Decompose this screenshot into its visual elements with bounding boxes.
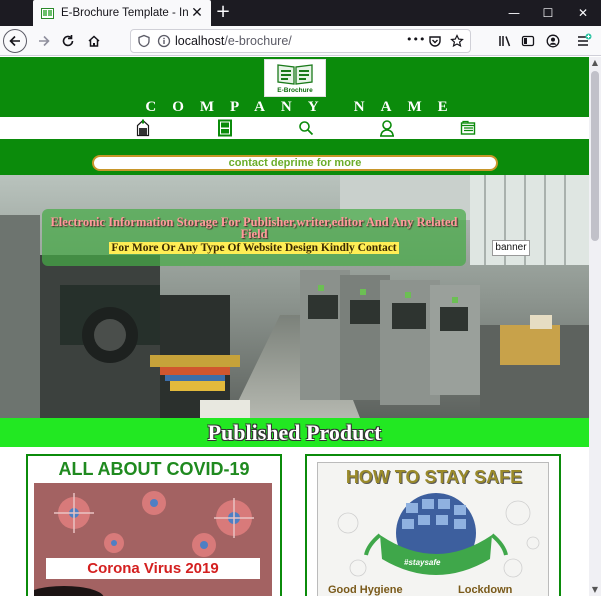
library-icon[interactable] xyxy=(493,29,517,53)
page-scrollbar[interactable]: ▲ ▼ xyxy=(589,57,601,596)
footer-left: Good Hygiene xyxy=(328,584,403,596)
section-header: Published Product xyxy=(0,418,589,447)
tab-strip: E-Brochure Template - Index ✕ + — ☐ ✕ xyxy=(0,0,601,26)
card-title: HOW TO STAY SAFE xyxy=(345,467,523,487)
shield-icon[interactable] xyxy=(137,34,151,48)
site-logo[interactable]: E-Brochure xyxy=(264,59,326,97)
virus-illustration xyxy=(34,483,272,596)
browser-tab[interactable]: E-Brochure Template - Index ✕ xyxy=(33,0,211,26)
card-title: ALL ABOUT COVID-19 xyxy=(58,459,250,479)
back-icon[interactable] xyxy=(3,29,27,53)
home-icon[interactable] xyxy=(82,29,106,53)
covid-image: Corona Virus 2019 xyxy=(34,483,272,596)
menu-icon[interactable] xyxy=(572,29,596,53)
card-caption: Corona Virus 2019 xyxy=(46,558,260,579)
tab-title: E-Brochure Template - Index xyxy=(61,7,189,19)
close-tab-icon[interactable]: ✕ xyxy=(189,5,205,21)
banner-headline: Electronic Information Storage For Publi… xyxy=(50,215,458,241)
list-icon[interactable] xyxy=(459,119,477,137)
logo-caption: E-Brochure xyxy=(277,87,313,94)
banner-label: banner xyxy=(492,240,530,256)
contact-marquee[interactable]: contact deprime for more xyxy=(92,155,498,171)
product-card-stay-safe[interactable]: HOW TO STAY SAFE #staysafe Good Hygiene … xyxy=(305,454,561,596)
app-icon[interactable] xyxy=(216,119,234,137)
url-host: localhost xyxy=(175,34,225,48)
pocket-icon[interactable] xyxy=(423,29,447,53)
site-nav xyxy=(0,117,589,139)
scroll-thumb[interactable] xyxy=(591,71,599,241)
section-title: Published Product xyxy=(207,420,382,445)
url-text[interactable]: localhost/e-brochure/ xyxy=(175,34,292,48)
product-card-covid[interactable]: ALL ABOUT COVID-19 Corona Virus 2019 xyxy=(26,454,282,596)
banner-image: Electronic Information Storage For Publi… xyxy=(0,175,589,418)
stay-safe-image: HOW TO STAY SAFE #staysafe Good Hygiene … xyxy=(317,462,549,596)
banner-caption: Electronic Information Storage For Publi… xyxy=(42,209,466,266)
url-path: /e-brochure/ xyxy=(224,34,292,48)
account-icon[interactable] xyxy=(541,29,565,53)
reload-icon[interactable] xyxy=(56,29,80,53)
scroll-down-icon[interactable]: ▼ xyxy=(589,584,601,596)
browser-toolbar: localhost/e-brochure/ ••• xyxy=(0,26,601,56)
brochure-logo-icon xyxy=(277,64,313,85)
info-icon[interactable] xyxy=(157,34,171,48)
new-tab-icon[interactable]: + xyxy=(213,3,233,23)
sidebar-icon[interactable] xyxy=(516,29,540,53)
mask-badge: #staysafe xyxy=(404,558,441,567)
page-viewport: E-Brochure COMPANY NAME contact deprime … xyxy=(0,57,589,596)
maximize-icon[interactable]: ☐ xyxy=(531,0,565,26)
banner-subline: For More Or Any Type Of Website Design K… xyxy=(109,242,399,254)
user-icon[interactable] xyxy=(378,119,396,137)
minimize-icon[interactable]: — xyxy=(497,0,531,26)
search-icon[interactable] xyxy=(297,119,315,137)
scroll-up-icon[interactable]: ▲ xyxy=(589,57,601,69)
close-window-icon[interactable]: ✕ xyxy=(566,0,600,26)
footer-right: Lockdown xyxy=(458,584,513,596)
contact-band: contact deprime for more xyxy=(0,139,589,175)
home-icon[interactable] xyxy=(134,119,152,137)
site-header: E-Brochure COMPANY NAME xyxy=(0,57,589,117)
bookmark-star-icon[interactable] xyxy=(445,29,469,53)
company-name: COMPANY NAME xyxy=(145,99,464,115)
page-favicon-icon xyxy=(41,7,54,19)
forward-icon[interactable] xyxy=(32,29,56,53)
